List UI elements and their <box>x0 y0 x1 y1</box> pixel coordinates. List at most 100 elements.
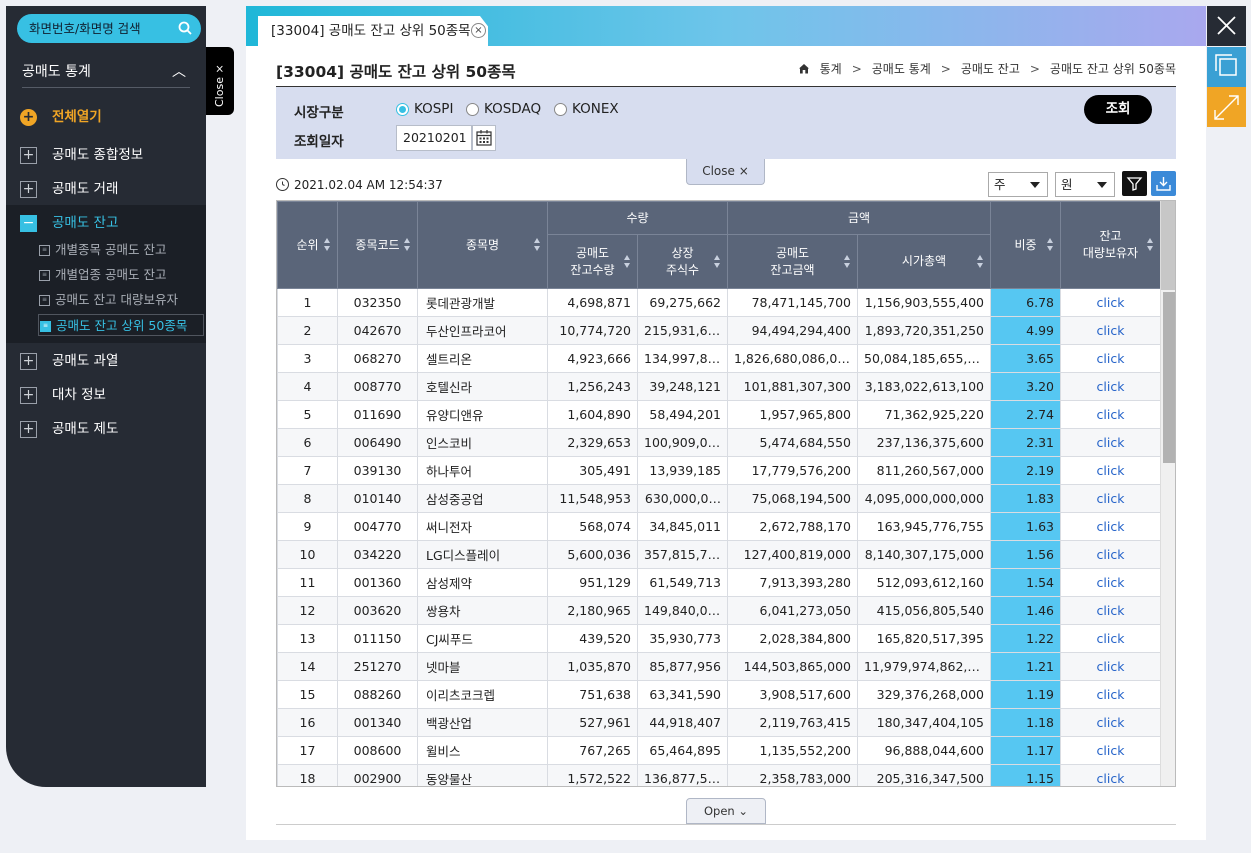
table-row[interactable]: 7 039130 하나투어 305,491 13,939,185 17,779,576,2… <box>277 456 1161 485</box>
table-row[interactable]: 5 011690 유양디앤유 1,604,890 58,494,201 1,957,965… <box>277 400 1161 429</box>
sidebar-section-header[interactable]: 공매도 통계 ︿ <box>22 56 190 88</box>
sidebar-open-all[interactable]: + 전체열기 <box>20 105 206 129</box>
cell-holder-link[interactable]: click <box>1060 344 1161 373</box>
sidebar-item-balance[interactable]: − 공매도 잔고 <box>20 211 206 235</box>
sidebar-subitem-top50[interactable]: ≡ 공매도 잔고 상위 50종목 <box>38 314 204 336</box>
col-header-mktcap[interactable]: 시가총액 <box>857 234 991 289</box>
cell-holder-link[interactable]: click <box>1060 512 1161 541</box>
sidebar-item-overheat[interactable]: + 공매도 과열 <box>20 349 206 373</box>
query-button[interactable]: 조회 <box>1084 95 1152 124</box>
tab-top50[interactable]: [33004] 공매도 잔고 상위 50종목 × <box>258 16 488 47</box>
breadcrumb-item[interactable]: 통계 <box>820 60 842 77</box>
cell-holder-link[interactable]: click <box>1060 764 1161 786</box>
cell-holder-link[interactable]: click <box>1060 456 1161 485</box>
cell-holder-link[interactable]: click <box>1060 680 1161 709</box>
sidebar-item-trading[interactable]: + 공매도 거래 <box>20 177 206 201</box>
cell-holder-link[interactable]: click <box>1060 428 1161 457</box>
sidebar-item-regulation[interactable]: + 공매도 제도 <box>20 417 206 441</box>
sidebar-subitem-large-holders[interactable]: ≡ 공매도 잔고 대량보유자 <box>38 289 204 311</box>
cell-holder-link[interactable]: click <box>1060 596 1161 625</box>
open-label: Open <box>703 804 735 818</box>
sort-icon[interactable] <box>714 254 721 269</box>
search-input[interactable]: 화면번호/화면명 검색 <box>17 14 201 43</box>
sort-icon[interactable] <box>624 254 631 269</box>
chevron-down-icon: ⌄ <box>738 804 748 818</box>
new-window-button[interactable] <box>1207 47 1246 87</box>
table-row[interactable]: 6 006490 인스코비 2,329,653 100,909,096 5,474,684… <box>277 428 1161 457</box>
table-row[interactable]: 11 001360 삼성제약 951,129 61,549,713 7,913,393,2… <box>277 568 1161 597</box>
table-row[interactable]: 15 088260 이리츠코크렙 751,638 63,341,590 3,908,517… <box>277 680 1161 709</box>
sort-icon[interactable] <box>977 254 984 269</box>
sidebar-subitem-sector-balance[interactable]: ≡ 개별업종 공매도 잔고 <box>38 264 204 286</box>
table-row[interactable]: 18 002900 동양물산 1,572,522 136,877,565 2,358,78… <box>277 764 1161 786</box>
calendar-button[interactable] <box>472 125 496 151</box>
table-row[interactable]: 1 032350 롯데관광개발 4,698,871 69,275,662 78,471,1… <box>277 288 1161 317</box>
sort-icon[interactable] <box>844 254 851 269</box>
sidebar-item-summary[interactable]: + 공매도 종합정보 <box>20 143 206 167</box>
resize-button[interactable] <box>1207 87 1246 127</box>
col-header-holder[interactable]: 잔고 대량보유자 <box>1060 201 1161 289</box>
breadcrumb-item[interactable]: 공매도 통계 <box>872 60 931 77</box>
table-row[interactable]: 10 034220 LG디스플레이 5,600,036 357,815,700 127,4… <box>277 540 1161 569</box>
table-row[interactable]: 13 011150 CJ씨푸드 439,520 35,930,773 2,028,384,… <box>277 624 1161 653</box>
radio-kosdaq[interactable]: KOSDAQ <box>466 101 541 117</box>
breadcrumb-item[interactable]: 공매도 잔고 상위 50종목 <box>1050 60 1176 77</box>
col-header-listed[interactable]: 상장 주식수 <box>637 234 728 289</box>
table-row[interactable]: 9 004770 써니전자 568,074 34,845,011 2,672,788,17… <box>277 512 1161 541</box>
cell-holder-link[interactable]: click <box>1060 372 1161 401</box>
radio-kospi[interactable]: KOSPI <box>396 101 453 117</box>
cell-holder-link[interactable]: click <box>1060 652 1161 681</box>
amount-unit-select[interactable]: 원 <box>1055 172 1115 197</box>
cell-holder-link[interactable]: click <box>1060 316 1161 345</box>
home-icon[interactable] <box>798 63 810 74</box>
search-icon[interactable] <box>178 21 192 35</box>
sidebar-close-tab[interactable]: Close × <box>206 47 234 115</box>
scrollbar-thumb[interactable] <box>1163 292 1175 463</box>
col-group-amount: 금액 <box>727 201 991 235</box>
date-input[interactable]: 20210201 <box>396 125 472 151</box>
cell-name: 인스코비 <box>417 428 548 457</box>
filter-button[interactable] <box>1122 171 1147 196</box>
table-row[interactable]: 12 003620 쌍용차 2,180,965 149,840,002 6,041,273… <box>277 596 1161 625</box>
cell-holder-link[interactable]: click <box>1060 484 1161 513</box>
cell-holder-link[interactable]: click <box>1060 708 1161 737</box>
sort-icon[interactable] <box>324 238 331 252</box>
table-row[interactable]: 16 001340 백광산업 527,961 44,918,407 2,119,763,4… <box>277 708 1161 737</box>
breadcrumb-separator-icon: > <box>940 61 951 76</box>
filter-close-button[interactable]: Close × <box>686 159 765 185</box>
sidebar-item-lending[interactable]: + 대차 정보 <box>20 383 206 407</box>
col-header-code[interactable]: 종목코드 <box>337 201 418 289</box>
chevron-up-icon[interactable]: ︿ <box>172 56 186 88</box>
cell-holder-link[interactable]: click <box>1060 624 1161 653</box>
col-header-short-amt[interactable]: 공매도 잔고금액 <box>727 234 858 289</box>
sort-icon[interactable] <box>1147 238 1154 252</box>
col-header-name[interactable]: 종목명 <box>417 201 548 289</box>
table-row[interactable]: 2 042670 두산인프라코어 10,774,720 215,931,625 94,49… <box>277 316 1161 345</box>
table-row[interactable]: 17 008600 윌비스 767,265 65,464,895 1,135,552,20… <box>277 736 1161 765</box>
sort-icon[interactable] <box>1047 238 1054 252</box>
download-button[interactable] <box>1151 171 1176 196</box>
quantity-unit-select[interactable]: 주 <box>988 172 1048 197</box>
tab-close-icon[interactable]: × <box>471 23 486 38</box>
radio-konex[interactable]: KONEX <box>554 101 619 117</box>
close-window-button[interactable] <box>1207 6 1246 46</box>
col-header-rank[interactable]: 순위 <box>277 201 338 289</box>
cell-holder-link[interactable]: click <box>1060 736 1161 765</box>
table-row[interactable]: 3 068270 셀트리온 4,923,666 134,997,805 1,826,680… <box>277 344 1161 373</box>
vertical-scrollbar[interactable] <box>1160 201 1175 786</box>
table-row[interactable]: 4 008770 호텔신라 1,256,243 39,248,121 101,881,30… <box>277 372 1161 401</box>
cell-holder-link[interactable]: click <box>1060 540 1161 569</box>
open-button[interactable]: Open ⌄ <box>686 798 766 824</box>
sidebar-subitem-stock-balance[interactable]: ≡ 개별종목 공매도 잔고 <box>38 239 204 261</box>
sort-icon[interactable] <box>404 238 411 252</box>
cell-holder-link[interactable]: click <box>1060 568 1161 597</box>
col-header-short-qty[interactable]: 공매도 잔고수량 <box>547 234 638 289</box>
cell-holder-link[interactable]: click <box>1060 400 1161 429</box>
col-header-ratio[interactable]: 비중 <box>990 201 1061 289</box>
col-group-quantity: 수량 <box>547 201 728 235</box>
table-row[interactable]: 8 010140 삼성중공업 11,548,953 630,000,0… 75,068,1… <box>277 484 1161 513</box>
table-row[interactable]: 14 251270 넷마블 1,035,870 85,877,956 144,503,86… <box>277 652 1161 681</box>
sort-icon[interactable] <box>534 238 541 252</box>
breadcrumb-item[interactable]: 공매도 잔고 <box>961 60 1020 77</box>
cell-holder-link[interactable]: click <box>1060 288 1161 317</box>
